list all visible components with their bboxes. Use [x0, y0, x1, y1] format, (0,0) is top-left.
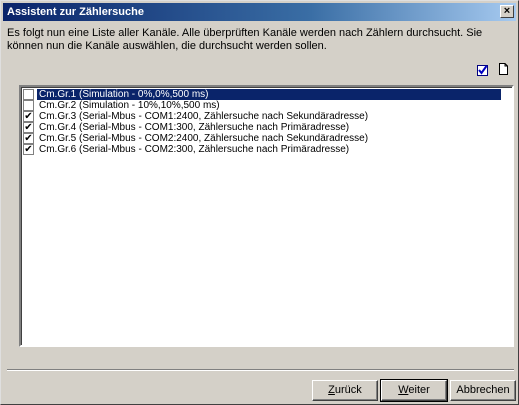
- channel-checkbox[interactable]: ✔: [23, 144, 34, 155]
- channel-checkbox[interactable]: [23, 89, 34, 100]
- page-icon[interactable]: [499, 63, 508, 75]
- window-title: Assistent zur Zählersuche: [7, 6, 144, 18]
- channel-checkbox[interactable]: ✔: [23, 111, 34, 122]
- back-button[interactable]: Zurück: [312, 380, 378, 401]
- channel-label: Cm.Gr.6 (Serial-Mbus - COM2:300, Zählers…: [39, 144, 350, 155]
- channel-checkbox[interactable]: ✔: [23, 122, 34, 133]
- channel-label: Cm.Gr.3 (Serial-Mbus - COM1:2400, Zähler…: [39, 111, 369, 122]
- channel-checkbox[interactable]: ✔: [23, 133, 34, 144]
- intro-text: Es folgt nun eine Liste aller Kanäle. Al…: [7, 27, 483, 52]
- close-button[interactable]: ×: [500, 5, 514, 18]
- channel-list[interactable]: Cm.Gr.1 (Simulation - 0%,0%,500 ms) Cm.Gr…: [19, 85, 514, 347]
- separator: [7, 369, 514, 371]
- cancel-button[interactable]: Abbrechen: [450, 380, 516, 401]
- title-bar: Assistent zur Zählersuche ×: [3, 3, 516, 21]
- channel-label: Cm.Gr.5 (Serial-Mbus - COM2:2400, Zähler…: [39, 133, 369, 144]
- next-button[interactable]: Weiter: [380, 379, 448, 402]
- channel-label: Cm.Gr.1 (Simulation - 0%,0%,500 ms): [37, 89, 501, 100]
- channel-checkbox[interactable]: [23, 100, 34, 111]
- check-all-icon[interactable]: [477, 65, 488, 76]
- channel-label: Cm.Gr.4 (Serial-Mbus - COM1:300, Zählers…: [39, 122, 350, 133]
- channel-label: Cm.Gr.2 (Simulation - 10%,10%,500 ms): [39, 100, 220, 111]
- wizard-dialog: Assistent zur Zählersuche × Es folgt nun…: [0, 0, 519, 405]
